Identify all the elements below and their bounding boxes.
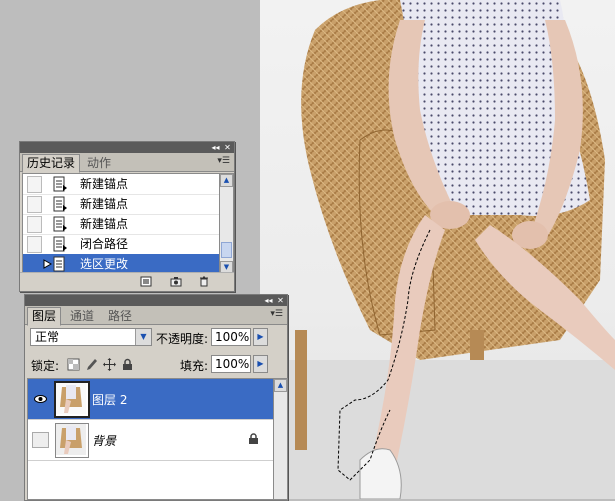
fill-slider-button[interactable]: ▶ xyxy=(253,355,268,373)
history-state-label: 选区更改 xyxy=(80,257,129,271)
history-snapshot-checkbox[interactable] xyxy=(27,256,42,273)
history-state-label: 新建锚点 xyxy=(80,177,129,191)
layer-row[interactable]: 背景 xyxy=(28,420,274,461)
move-icon[interactable] xyxy=(103,358,116,371)
history-state-label: 闭合路径 xyxy=(80,237,129,251)
tab-actions[interactable]: 动作 xyxy=(82,154,116,173)
scroll-up-icon[interactable]: ▲ xyxy=(220,174,233,187)
history-state[interactable]: 新建锚点 xyxy=(23,214,219,235)
history-state-icon xyxy=(53,216,67,232)
close-icon[interactable]: ✕ xyxy=(275,295,286,306)
lock-transparency-icon[interactable] xyxy=(67,358,80,371)
visibility-toggle[interactable] xyxy=(32,432,49,448)
lock-label: 锁定: xyxy=(31,359,60,373)
layer-name[interactable]: 背景 xyxy=(92,432,116,449)
layer-thumbnail xyxy=(55,423,89,458)
lock-icon xyxy=(249,433,258,444)
history-state-icon xyxy=(53,196,67,212)
tab-paths[interactable]: 路径 xyxy=(103,307,137,326)
history-state-icon xyxy=(53,256,65,272)
collapse-icon[interactable]: ◂◂ xyxy=(210,142,221,153)
opacity-input[interactable]: 100% xyxy=(211,328,251,346)
collapse-icon[interactable]: ◂◂ xyxy=(263,295,274,306)
eye-icon[interactable] xyxy=(32,391,49,407)
layer-thumbnail xyxy=(54,381,90,418)
layers-titlebar[interactable]: ◂◂ ✕ xyxy=(25,295,287,306)
close-icon[interactable]: ✕ xyxy=(222,142,233,153)
layers-tabs: 图层 通道 路径 ▾☰ xyxy=(25,306,287,326)
layer-row-selected[interactable]: 图层 2 xyxy=(28,379,274,420)
history-state[interactable]: 新建锚点 xyxy=(23,174,219,195)
photo-canvas[interactable] xyxy=(260,0,615,499)
layer-name[interactable]: 图层 2 xyxy=(92,391,127,408)
history-state-icon xyxy=(53,236,67,252)
opacity-label: 不透明度: xyxy=(156,332,209,346)
history-state[interactable]: 闭合路径 xyxy=(23,234,219,255)
history-bottom-bar xyxy=(20,272,234,291)
tab-channels[interactable]: 通道 xyxy=(65,307,99,326)
fill-label: 填充: xyxy=(180,359,209,373)
layers-panel: ◂◂ ✕ 图层 通道 路径 ▾☰ 正常 ▼ 不透明度: 100% ▶ 锁定: 填… xyxy=(24,294,288,501)
opacity-slider-button[interactable]: ▶ xyxy=(253,328,268,346)
history-snapshot-checkbox[interactable] xyxy=(27,176,42,193)
panel-menu-icon[interactable]: ▾☰ xyxy=(217,156,230,166)
history-tabs: 历史记录 动作 ▾☰ xyxy=(20,153,234,173)
history-state-icon xyxy=(53,176,67,192)
tab-history[interactable]: 历史记录 xyxy=(22,154,81,173)
history-snapshot-checkbox[interactable] xyxy=(27,236,42,253)
fill-input[interactable]: 100% xyxy=(211,355,251,373)
history-snapshot-checkbox[interactable] xyxy=(27,216,42,233)
lock-options xyxy=(67,358,147,371)
blend-mode-select[interactable]: 正常 ▼ xyxy=(30,328,152,346)
photo-illustration xyxy=(260,0,615,499)
panel-menu-icon[interactable]: ▾☰ xyxy=(270,309,283,319)
chevron-down-icon[interactable]: ▼ xyxy=(135,329,151,345)
brush-icon[interactable] xyxy=(85,358,98,371)
lock-icon[interactable] xyxy=(121,358,134,371)
history-brush-source-icon[interactable] xyxy=(43,259,52,269)
history-titlebar[interactable]: ◂◂ ✕ xyxy=(20,142,234,153)
layers-scrollbar[interactable]: ▲ xyxy=(273,378,288,500)
history-panel: ◂◂ ✕ 历史记录 动作 ▾☰ 新建锚点 新建锚点 新建锚点 闭合路径 选区更改… xyxy=(19,141,235,292)
history-snapshot-checkbox[interactable] xyxy=(27,196,42,213)
camera-icon[interactable] xyxy=(170,276,182,287)
scroll-up-icon[interactable]: ▲ xyxy=(274,379,287,392)
trash-icon[interactable] xyxy=(198,276,210,287)
history-state-label: 新建锚点 xyxy=(80,197,129,211)
history-state[interactable]: 新建锚点 xyxy=(23,194,219,215)
tab-layers[interactable]: 图层 xyxy=(27,307,62,326)
new-document-icon[interactable] xyxy=(140,276,152,287)
history-list: 新建锚点 新建锚点 新建锚点 闭合路径 选区更改 xyxy=(22,173,220,275)
history-scrollbar[interactable]: ▲ ▼ xyxy=(219,173,234,275)
history-state-label: 新建锚点 xyxy=(80,217,129,231)
layer-list: 图层 2 背景 xyxy=(27,378,275,500)
scroll-thumb[interactable] xyxy=(221,242,232,258)
blend-mode-value: 正常 xyxy=(35,330,60,344)
